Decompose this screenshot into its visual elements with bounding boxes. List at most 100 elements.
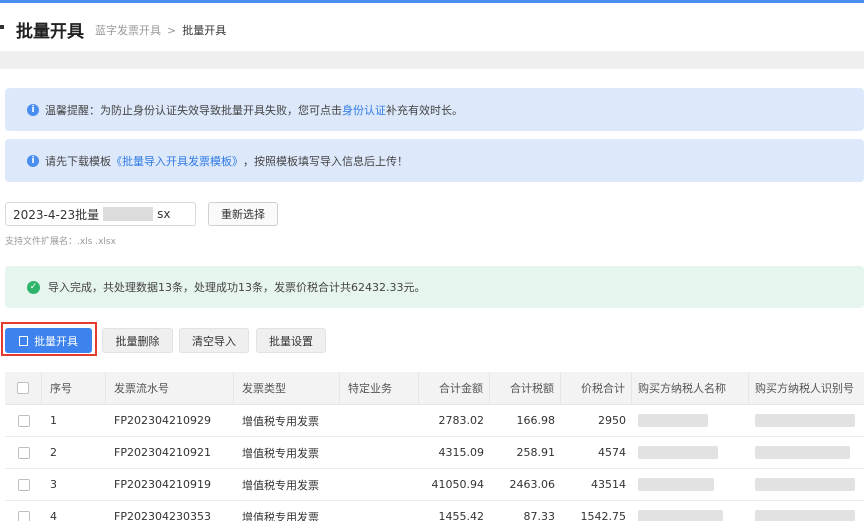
- template-download-link[interactable]: 《批量导入开具发票模板》: [111, 153, 243, 169]
- col-header-serial: 发票流水号: [106, 371, 234, 405]
- import-success-notice: ✓ 导入完成，共处理数据13条，处理成功13条，发票价税合计共62432.33元…: [5, 266, 864, 308]
- redacted-block: [638, 478, 714, 491]
- row-checkbox[interactable]: [17, 478, 30, 491]
- cell-serial: FP202304210929: [114, 414, 211, 427]
- batch-issue-button[interactable]: 批量开具: [5, 328, 92, 353]
- breadcrumb-item-blue-invoice[interactable]: 蓝字发票开具: [95, 22, 161, 38]
- col-header-type: 发票类型: [234, 371, 340, 405]
- file-name-redacted: [103, 207, 154, 221]
- col-header-tax: 合计税额: [490, 371, 561, 405]
- table-row[interactable]: 1 FP202304210929 增值税专用发票 2783.02 166.98 …: [5, 405, 864, 437]
- col-header-amount: 合计金额: [419, 371, 490, 405]
- reminder-text: 温馨提醒：为防止身份认证失效导致批量开具失败，您可点击: [45, 103, 342, 117]
- cell-business: [340, 437, 419, 469]
- cell-no: 2: [50, 446, 57, 459]
- cell-tax: 166.98: [516, 414, 556, 427]
- cell-amount: 4315.09: [438, 446, 485, 459]
- cell-amount: 2783.02: [438, 414, 485, 427]
- info-icon: i: [27, 103, 39, 116]
- cell-buyer-id-redacted: [749, 437, 864, 469]
- row-checkbox[interactable]: [17, 446, 30, 459]
- cell-buyer-name-redacted: [632, 405, 749, 437]
- cell-business: [340, 405, 419, 437]
- cell-no: 4: [50, 510, 57, 521]
- redacted-block: [638, 414, 708, 427]
- row-checkbox-cell: [5, 501, 42, 521]
- cell-type: 增值税专用发票: [242, 446, 319, 460]
- cell-buyer-id-redacted: [749, 405, 864, 437]
- breadcrumb-item-current: 批量开具: [182, 24, 227, 37]
- col-header-buyer-id: 购买方纳税人识别号: [755, 382, 854, 395]
- file-extension-hint: 支持文件扩展名：.xls .xlsx: [5, 237, 116, 247]
- identity-auth-link[interactable]: 身份认证: [342, 102, 386, 118]
- cell-business: [340, 501, 419, 521]
- clear-import-button[interactable]: 清空导入: [179, 328, 249, 353]
- page-header: 批量开具 蓝字发票开具 > 批量开具: [0, 3, 864, 51]
- file-name-start: 2023-4-23批量: [13, 207, 100, 222]
- back-arrow-icon[interactable]: [0, 25, 4, 29]
- cell-buyer-name-redacted: [632, 501, 749, 521]
- cell-buyer-name-redacted: [632, 437, 749, 469]
- check-circle-icon: ✓: [27, 280, 40, 294]
- col-header-total: 价税合计: [561, 371, 632, 405]
- select-all-checkbox[interactable]: [17, 382, 29, 394]
- download-suffix: ，按照模板填写导入信息后上传！: [243, 154, 408, 168]
- download-notice: i 请先下载模板 《批量导入开具发票模板》 ，按照模板填写导入信息后上传！: [5, 139, 864, 182]
- cell-buyer-id-redacted: [749, 501, 864, 521]
- cell-tax: 2463.06: [509, 478, 556, 491]
- cell-serial: FP202304210919: [114, 478, 211, 491]
- batch-issue-label: 批量开具: [34, 334, 78, 348]
- table-row[interactable]: 3 FP202304210919 增值税专用发票 41050.94 2463.0…: [5, 469, 864, 501]
- row-checkbox-cell: [5, 405, 42, 437]
- reselect-button[interactable]: 重新选择: [208, 202, 278, 226]
- batch-delete-button[interactable]: 批量删除: [102, 328, 173, 353]
- reminder-notice: i 温馨提醒：为防止身份认证失效导致批量开具失败，您可点击 身份认证 补充有效时…: [5, 88, 864, 131]
- file-name-field[interactable]: 2023-4-23批量 sx: [5, 202, 196, 226]
- select-all-checkbox-cell: [5, 371, 42, 405]
- redacted-block: [638, 510, 723, 521]
- document-icon: [19, 335, 28, 346]
- cell-business: [340, 469, 419, 501]
- cell-serial: FP202304230353: [114, 510, 211, 521]
- redacted-block: [755, 510, 855, 521]
- redacted-block: [755, 414, 855, 427]
- info-icon: i: [27, 154, 39, 167]
- cell-tax: 87.33: [523, 510, 556, 521]
- redacted-block: [755, 478, 855, 491]
- row-checkbox-cell: [5, 469, 42, 501]
- cell-no: 1: [50, 414, 57, 427]
- col-header-no: 序号: [42, 371, 106, 405]
- cell-type: 增值税专用发票: [242, 510, 319, 521]
- cell-tax: 258.91: [516, 446, 556, 459]
- batch-settings-button[interactable]: 批量设置: [256, 328, 326, 353]
- cell-total: 43514: [591, 478, 626, 491]
- col-header-business: 特定业务: [340, 371, 419, 405]
- download-text: 请先下载模板: [45, 154, 111, 168]
- table-row[interactable]: 4 FP202304230353 增值税专用发票 1455.42 87.33 1…: [5, 501, 864, 521]
- chevron-right-icon: >: [167, 23, 177, 37]
- row-checkbox[interactable]: [17, 510, 30, 521]
- cell-serial: FP202304210921: [114, 446, 211, 459]
- invoice-table: 序号 发票流水号 发票类型 特定业务 合计金额 合计税额 价税合计 购买方纳税人…: [5, 371, 864, 521]
- cell-total: 1542.75: [580, 510, 627, 521]
- reminder-suffix: 补充有效时长。: [386, 103, 463, 117]
- divider-bar: [0, 51, 864, 69]
- import-result-text: 导入完成，共处理数据13条，处理成功13条，发票价税合计共62432.33元。: [48, 281, 426, 294]
- redacted-block: [755, 446, 850, 459]
- file-name-end: sx: [157, 207, 171, 221]
- cell-total: 4574: [598, 446, 626, 459]
- table-header: 序号 发票流水号 发票类型 特定业务 合计金额 合计税额 价税合计 购买方纳税人…: [5, 371, 864, 405]
- cell-buyer-name-redacted: [632, 469, 749, 501]
- cell-type: 增值税专用发票: [242, 414, 319, 428]
- cell-amount: 41050.94: [431, 478, 485, 491]
- row-checkbox[interactable]: [17, 414, 30, 427]
- page-title: 批量开具: [16, 22, 84, 42]
- cell-no: 3: [50, 478, 57, 491]
- row-checkbox-cell: [5, 437, 42, 469]
- cell-buyer-id-redacted: [749, 469, 864, 501]
- breadcrumb: 蓝字发票开具 > 批量开具: [95, 22, 226, 38]
- cell-total: 2950: [598, 414, 626, 427]
- table-row[interactable]: 2 FP202304210921 增值税专用发票 4315.09 258.91 …: [5, 437, 864, 469]
- redacted-block: [638, 446, 718, 459]
- cell-amount: 1455.42: [438, 510, 485, 521]
